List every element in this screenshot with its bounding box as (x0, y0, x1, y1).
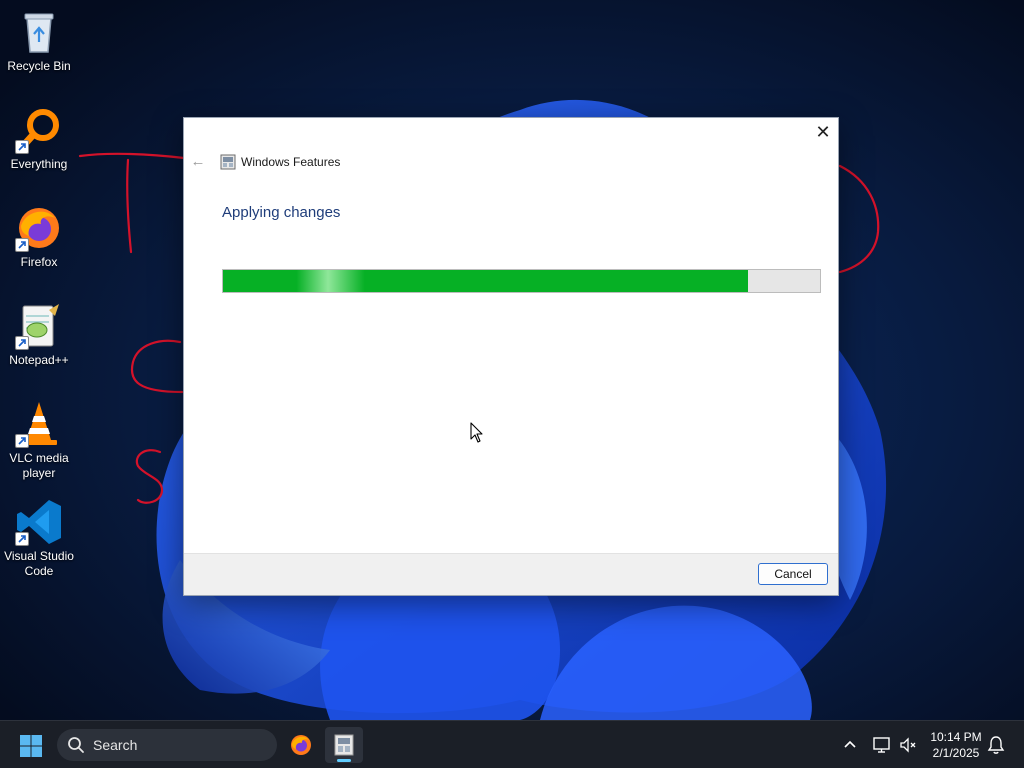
back-arrow-icon[interactable]: ← (190, 154, 206, 170)
desktop-icon-label: Visual Studio Code (4, 549, 74, 578)
desktop-icon-firefox[interactable]: Firefox (0, 204, 78, 270)
shortcut-arrow-icon (15, 140, 29, 154)
desktop-icon-label: VLC media player (9, 451, 69, 480)
desktop-icon-recycle-bin[interactable]: Recycle Bin (0, 8, 78, 74)
vlc-cone-icon (15, 400, 63, 448)
progress-bar (222, 269, 821, 293)
taskbar-clock[interactable]: 10:14 PM 2/1/2025 (924, 729, 988, 761)
clock-date: 2/1/2025 (932, 746, 980, 760)
shortcut-arrow-icon (15, 336, 29, 350)
taskbar: Search 10:14 PM 2/1/2025 (0, 720, 1024, 768)
desktop-icon-label: Recycle Bin (7, 59, 71, 73)
close-icon: ✕ (815, 121, 831, 142)
taskbar-search-box[interactable]: Search (57, 729, 277, 761)
desktop-icon-label: Firefox (20, 255, 58, 269)
dialog-footer: Cancel (184, 553, 838, 595)
windows-features-icon (220, 154, 236, 170)
search-label: Search (93, 737, 138, 753)
desktop-icon-vlc[interactable]: VLC media player (0, 400, 78, 481)
start-button[interactable] (19, 734, 43, 758)
firefox-icon (291, 735, 311, 755)
clock-time: 10:14 PM (930, 730, 982, 744)
progress-fill (223, 270, 749, 292)
desktop-icon-everything[interactable]: Everything (0, 106, 78, 172)
taskbar-firefox-button[interactable] (282, 727, 320, 763)
network-icon[interactable] (872, 735, 892, 755)
everything-search-icon (15, 106, 63, 154)
desktop-icon-notepad-plus-plus[interactable]: Notepad++ (0, 302, 78, 368)
windows-features-dialog: ✕ ← Windows Features Applying changes Ca… (183, 117, 839, 596)
desktop-icon-label: Notepad++ (9, 353, 69, 367)
notification-bell-icon[interactable] (987, 735, 1005, 755)
shortcut-arrow-icon (15, 238, 29, 252)
windows-features-icon (334, 734, 354, 756)
close-button[interactable]: ✕ (808, 118, 838, 146)
running-indicator (337, 759, 351, 762)
shortcut-arrow-icon (15, 532, 29, 546)
volume-muted-icon[interactable] (898, 735, 918, 755)
mouse-cursor-icon (470, 422, 483, 443)
search-icon (68, 737, 84, 753)
firefox-icon (15, 204, 63, 252)
desktop-icon-vscode[interactable]: Visual Studio Code (0, 498, 78, 579)
notepad-plus-plus-icon (15, 302, 63, 350)
recycle-bin-icon (15, 8, 63, 56)
dialog-title: Windows Features (241, 155, 341, 169)
cancel-button[interactable]: Cancel (758, 563, 828, 585)
shortcut-arrow-icon (15, 434, 29, 448)
taskbar-windows-features-button[interactable] (325, 727, 363, 763)
vscode-icon (15, 498, 63, 546)
applying-changes-heading: Applying changes (222, 204, 341, 221)
chevron-up-icon[interactable] (841, 735, 859, 753)
desktop-icon-label: Everything (10, 157, 68, 171)
